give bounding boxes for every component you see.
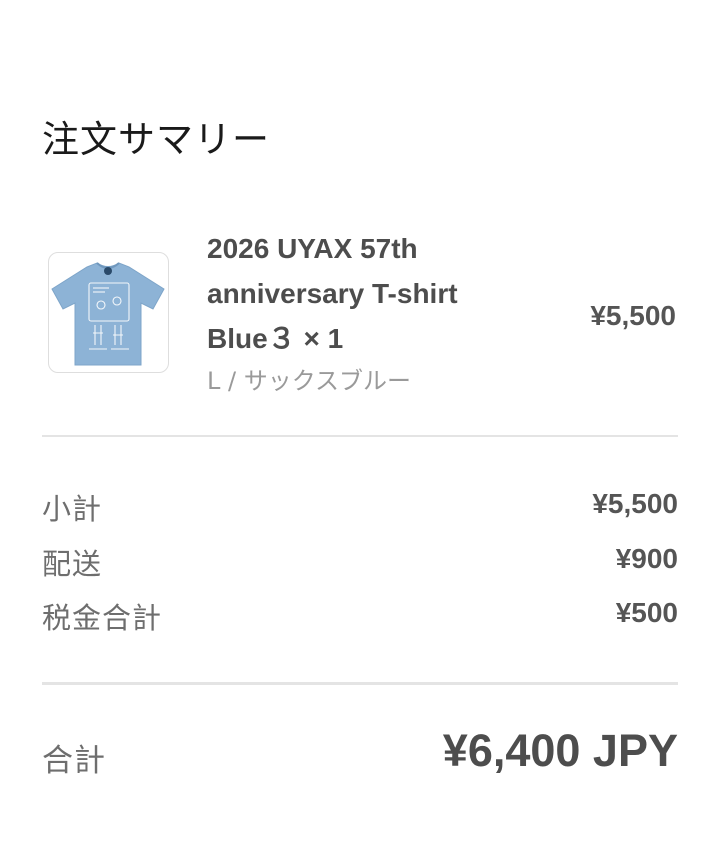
total-label: 合計 (42, 743, 106, 779)
shipping-value: ¥900 (615, 542, 678, 574)
subtotal-value: ¥5,500 (592, 488, 678, 519)
item-variant: L / サックスブルー (207, 367, 411, 395)
item-name-line[interactable]: 2026 UYAX 57th (207, 226, 527, 271)
divider (42, 435, 678, 437)
item-name-line[interactable]: anniversary T-shirt (207, 271, 527, 316)
shipping-label: 配送 (42, 546, 103, 581)
divider (42, 682, 678, 685)
t-shirt-icon (51, 262, 165, 366)
tax-row: 税金合計 ¥500 (42, 593, 678, 648)
tax-label: 税金合計 (42, 601, 163, 635)
shipping-row: 配送 ¥900 (42, 539, 678, 594)
subtotal-row: 小計 ¥5,500 (42, 484, 678, 539)
line-item: 2026 UYAX 57th anniversary T-shirt Blue３… (42, 226, 678, 406)
subtotal-label: 小計 (42, 492, 103, 526)
item-details: 2026 UYAX 57th anniversary T-shirt Blue３… (207, 226, 527, 401)
order-summary-title: 注文サマリー (42, 118, 270, 161)
item-price: ¥5,500 (590, 300, 676, 331)
product-thumbnail[interactable] (48, 252, 169, 373)
tax-value: ¥500 (615, 597, 678, 628)
cost-breakdown: 小計 ¥5,500 配送 ¥900 税金合計 ¥500 (42, 484, 678, 648)
total-value: ¥6,400 JPY (442, 725, 678, 776)
item-name-quantity-line[interactable]: Blue３ × 1 (207, 316, 527, 361)
